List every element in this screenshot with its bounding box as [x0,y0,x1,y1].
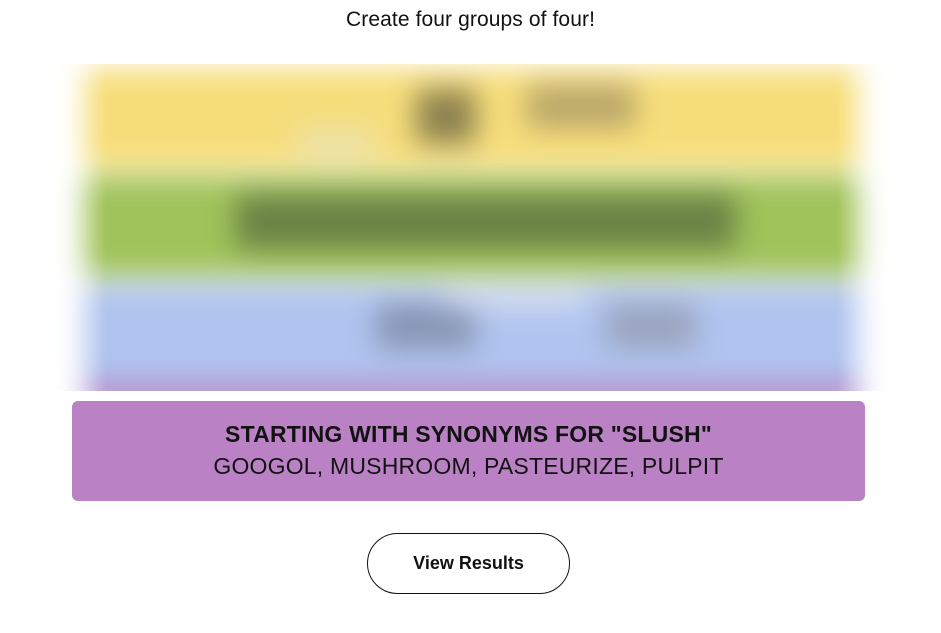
blurred-text-smudge [236,194,736,249]
blurred-text-smudge [446,289,586,309]
solved-group-title: STARTING WITH SYNONYMS FOR "SLUSH" [225,421,712,447]
edge-fade-right [837,64,897,391]
blurred-text-smudge [296,129,376,154]
solved-group-members: GOOGOL, MUSHROOM, PASTEURIZE, PULPIT [213,453,724,479]
blurred-text-smudge [376,304,476,349]
blurred-solved-groups [46,64,897,391]
solved-group-purple: STARTING WITH SYNONYMS FOR "SLUSH" GOOGO… [72,401,865,501]
blurred-group-purple-edge [76,382,867,391]
game-board: Create four groups of four! STARTING WIT… [0,0,941,633]
edge-fade-left [46,64,106,391]
blurred-text-smudge [526,84,636,129]
view-results-button[interactable]: View Results [367,533,570,594]
instructions-text: Create four groups of four! [346,8,595,31]
blurred-text-smudge [416,89,476,144]
blurred-text-smudge [606,304,696,349]
